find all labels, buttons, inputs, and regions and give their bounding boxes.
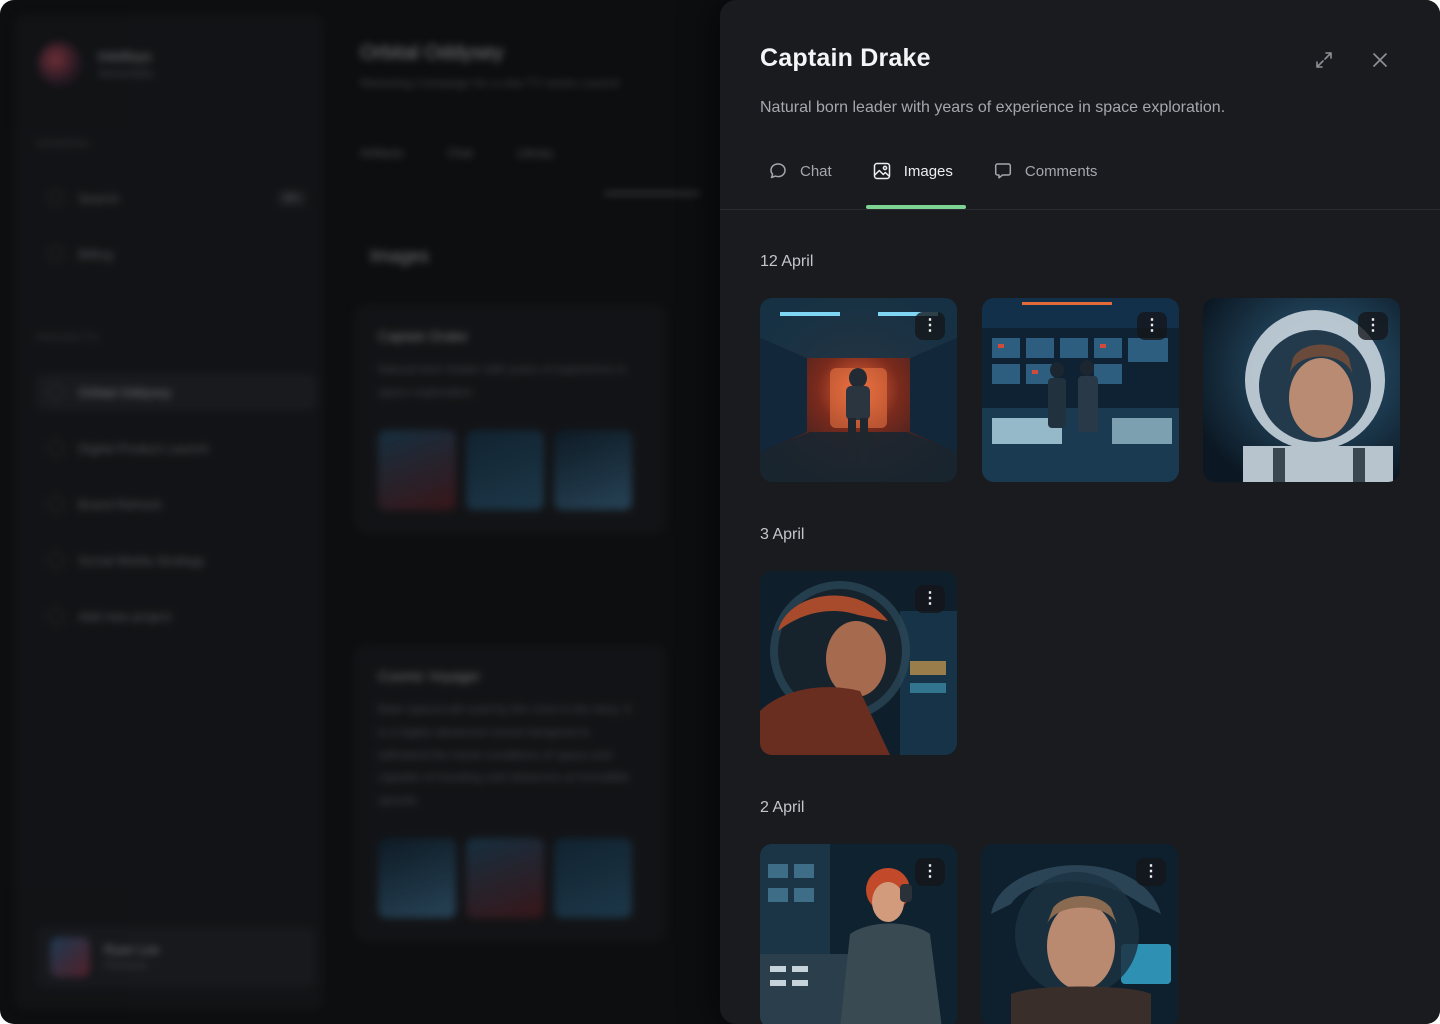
thumbnail <box>466 429 544 510</box>
project-icon <box>48 440 64 456</box>
tab-label: Images <box>903 162 953 180</box>
panel-title: Captain Drake <box>760 44 931 72</box>
thumbnail <box>554 837 632 918</box>
sidebar-item-project[interactable]: Digital Product Launch <box>36 430 316 466</box>
section-general: GENERAL <box>36 138 93 150</box>
more-options-button[interactable]: ⋮ <box>915 585 945 613</box>
card-title: Captain Drake <box>378 328 468 344</box>
project-icon <box>48 552 64 568</box>
sidebar-item-label: Add new project <box>78 608 172 624</box>
project-title: Orbital Oddysey <box>360 42 504 64</box>
thumbnail <box>554 429 632 510</box>
tab-label: Chat <box>800 162 832 180</box>
tab-library[interactable]: Library <box>517 146 554 160</box>
search-icon <box>48 190 64 206</box>
section-projects: PROJECTS <box>36 332 99 344</box>
app-window: Intellisys Streamlabs GENERAL Search ⌘K … <box>0 0 1440 1024</box>
user-card[interactable]: Ryan Lee Premium <box>36 926 316 988</box>
user-name: Ryan Lee <box>104 942 160 957</box>
thumbnail <box>378 837 456 918</box>
divider <box>720 209 1440 210</box>
workspace-sub: Streamlabs <box>98 68 154 80</box>
sidebar-item-search[interactable]: Search ⌘K <box>36 180 316 216</box>
more-vertical-icon: ⋮ <box>922 317 938 334</box>
more-options-button[interactable]: ⋮ <box>1136 858 1166 886</box>
sidebar-item-project[interactable]: Brand Refresh <box>36 486 316 522</box>
workspace-name: Intellisys <box>98 48 152 64</box>
tab-chat[interactable]: Chat <box>760 152 840 190</box>
more-options-button[interactable]: ⋮ <box>915 312 945 340</box>
chat-bubble-icon <box>770 163 786 179</box>
image-woman-in-helmet[interactable]: ⋮ <box>981 844 1178 1024</box>
section-title: Images <box>370 246 430 266</box>
sidebar-item-billing[interactable]: Billing <box>36 236 316 272</box>
project-icon <box>48 496 64 512</box>
sidebar-item-project[interactable]: Social Media Strategy <box>36 542 316 578</box>
project-tabs: Artifacts Chat Library <box>360 146 553 160</box>
avatar <box>50 937 90 977</box>
card-description: Natural born leader with years of experi… <box>378 362 627 399</box>
card-thumbnails <box>378 429 642 510</box>
project-main: Orbital Oddysey Marketing Campaign for a… <box>336 14 736 1010</box>
more-options-button[interactable]: ⋮ <box>1137 312 1167 340</box>
more-vertical-icon: ⋮ <box>922 590 938 607</box>
detail-panel: Captain Drake Natural born leader with y… <box>720 0 1440 1024</box>
image-red-haired-pilot-at-console[interactable]: ⋮ <box>760 844 957 1024</box>
tab-label: Comments <box>1024 162 1098 180</box>
tab-underline <box>604 192 700 195</box>
expand-icon <box>1316 52 1332 68</box>
sidebar-item-label: Digital Product Launch <box>78 440 209 456</box>
card-title: Cosmic Voyager <box>378 668 480 684</box>
workspace-switcher[interactable]: Intellisys Streamlabs <box>38 42 154 86</box>
plus-icon <box>48 608 64 624</box>
image-crew-at-control-room[interactable]: ⋮ <box>982 298 1179 482</box>
panel-description: Natural born leader with years of experi… <box>760 99 1226 116</box>
date-group-label: 3 April <box>760 526 805 543</box>
project-icon <box>48 384 64 400</box>
tab-chat[interactable]: Chat <box>447 146 472 160</box>
image-captain-in-helmet[interactable]: ⋮ <box>1203 298 1400 482</box>
panel-tabs: Chat Images Comments <box>760 152 1129 210</box>
card-description: Main spacecraft used by the crew in the … <box>378 702 632 808</box>
sidebar-item-label: Orbital Oddysey <box>78 384 172 400</box>
artifact-card[interactable]: Captain Drake Natural born leader with y… <box>354 304 666 534</box>
sidebar-item-label: Search <box>78 190 120 206</box>
thumbnail <box>378 429 456 510</box>
close-button[interactable] <box>1366 46 1394 74</box>
date-group-label: 12 April <box>760 253 814 270</box>
close-icon <box>1373 53 1387 67</box>
add-project-button[interactable]: Add new project <box>36 598 316 634</box>
more-vertical-icon: ⋮ <box>1365 317 1381 334</box>
sidebar-item-label: Social Media Strategy <box>78 552 205 568</box>
image-astronaut-profile-helmet[interactable]: ⋮ <box>760 571 957 755</box>
thumbnail <box>466 837 544 918</box>
sidebar-item-project[interactable]: Orbital Oddysey <box>36 374 316 410</box>
more-options-button[interactable]: ⋮ <box>1358 312 1388 340</box>
expand-button[interactable] <box>1310 46 1338 74</box>
image-icon <box>873 162 890 180</box>
card-thumbnails <box>378 837 642 918</box>
billing-icon <box>48 246 64 262</box>
more-vertical-icon: ⋮ <box>922 863 938 880</box>
tab-artifacts[interactable]: Artifacts <box>360 146 403 160</box>
more-vertical-icon: ⋮ <box>1144 317 1160 334</box>
comment-icon <box>994 163 1011 179</box>
sidebar-item-label: Brand Refresh <box>78 496 162 512</box>
workspace-avatar <box>38 42 82 86</box>
date-group-label: 2 April <box>760 799 805 816</box>
user-plan: Premium <box>104 960 149 972</box>
tab-comments[interactable]: Comments <box>985 152 1106 190</box>
tab-images[interactable]: Images <box>864 152 961 190</box>
image-astronaut-in-corridor[interactable]: ⋮ <box>760 298 957 482</box>
more-options-button[interactable]: ⋮ <box>915 858 945 886</box>
sidebar: Intellisys Streamlabs GENERAL Search ⌘K … <box>14 14 324 1010</box>
sidebar-item-label: Billing <box>78 246 113 262</box>
more-vertical-icon: ⋮ <box>1143 863 1159 880</box>
project-subtitle: Marketing Campaign for a new TV series L… <box>360 76 620 90</box>
shortcut-badge: ⌘K <box>277 190 306 206</box>
artifact-card[interactable]: Cosmic Voyager Main spacecraft used by t… <box>354 644 666 942</box>
